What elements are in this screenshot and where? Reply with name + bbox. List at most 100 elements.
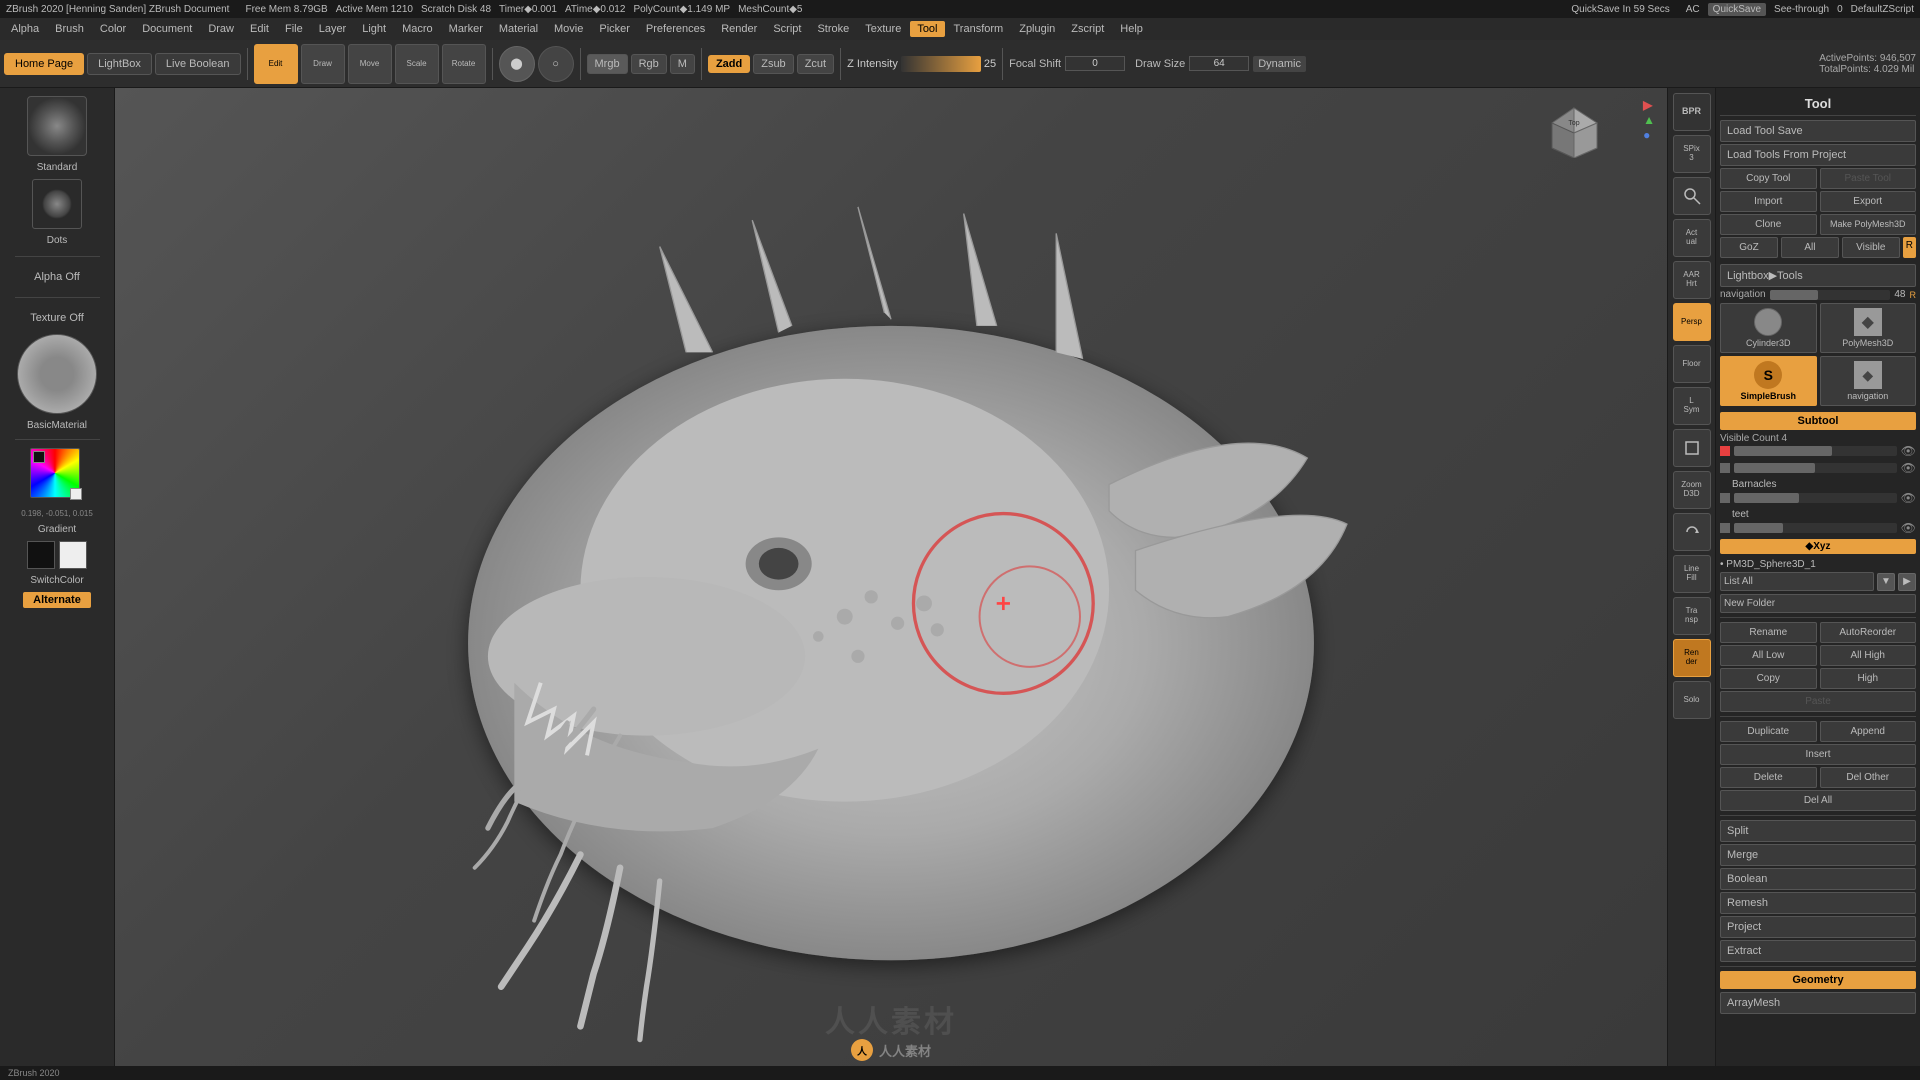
list-all-btn[interactable]: List All [1720,572,1874,591]
brush-type-outline[interactable]: ○ [538,46,574,82]
aar-button[interactable]: AARHrt [1673,261,1711,299]
floor-button[interactable]: Floor [1673,345,1711,383]
navigation-tool[interactable]: ◆ navigation [1820,356,1917,406]
subtool-slider-bar-1[interactable] [1734,446,1897,456]
menu-file[interactable]: File [278,21,310,37]
color-swatch-black[interactable] [33,451,45,463]
lightbox-tools-btn[interactable]: Lightbox▶Tools [1720,264,1916,287]
menu-document[interactable]: Document [135,21,199,37]
edit-button[interactable]: Edit [254,44,298,84]
menu-layer[interactable]: Layer [312,21,354,37]
transp-button[interactable]: Transp [1673,597,1711,635]
menu-texture[interactable]: Texture [858,21,908,37]
rename-btn[interactable]: Rename [1720,622,1817,643]
menu-alpha[interactable]: Alpha [4,21,46,37]
arrow-right-btn[interactable]: ▶ [1898,573,1916,591]
import-btn[interactable]: Import [1720,191,1817,212]
eye-icon-1[interactable]: 👁 [1901,444,1916,458]
high-btn[interactable]: High [1820,668,1917,689]
subtool-slider-bar-3[interactable] [1734,493,1897,503]
switch-colors[interactable] [27,541,87,569]
color-black[interactable] [27,541,55,569]
make-polymesh-btn[interactable]: Make PolyMesh3D [1820,214,1917,235]
persp-button[interactable]: Persp [1673,303,1711,341]
auto-reorder-btn[interactable]: AutoReorder [1820,622,1917,643]
xyz-button[interactable]: ◆Xyz [1720,539,1916,554]
z-intensity-slider[interactable] [901,56,981,72]
menu-movie[interactable]: Movie [547,21,590,37]
render-button[interactable]: Render [1673,639,1711,677]
quicksave-button[interactable]: QuickSave [1708,3,1766,16]
simplebrush-tool[interactable]: S SimpleBrush [1720,356,1817,406]
eye-icon-2[interactable]: 👁 [1901,461,1916,475]
draw-button[interactable]: Draw [301,44,345,84]
load-tool-save-btn[interactable]: Load Tool Save [1720,120,1916,142]
brush-type-circle[interactable]: ⬤ [499,46,535,82]
goz-btn[interactable]: GoZ [1720,237,1778,258]
project-btn[interactable]: Project [1720,916,1916,938]
copy-btn[interactable]: Copy [1720,668,1817,689]
clone-btn[interactable]: Clone [1720,214,1817,235]
delete-btn[interactable]: Delete [1720,767,1817,788]
seethrough-label[interactable]: See-through [1774,4,1829,15]
all-btn[interactable]: All [1781,237,1839,258]
remesh-btn[interactable]: Remesh [1720,892,1916,914]
cylinder3d-tool[interactable]: Cylinder3D [1720,303,1817,353]
arrow-down-btn[interactable]: ▼ [1877,573,1895,591]
frame-button[interactable] [1673,429,1711,467]
menu-brush[interactable]: Brush [48,21,91,37]
tab-lightbox[interactable]: LightBox [87,53,152,75]
focal-shift-input[interactable] [1065,56,1125,71]
menu-preferences[interactable]: Preferences [639,21,712,37]
bpr-button[interactable]: BPR [1673,93,1711,131]
duplicate-btn[interactable]: Duplicate [1720,721,1817,742]
dynamic-label[interactable]: Dynamic [1253,56,1306,72]
color-picker-area[interactable] [30,448,85,503]
spix-button[interactable]: SPix3 [1673,135,1711,173]
tab-live-boolean[interactable]: Live Boolean [155,53,241,75]
solo-button[interactable]: Solo [1673,681,1711,719]
menu-draw[interactable]: Draw [201,21,241,37]
menu-transform[interactable]: Transform [947,21,1011,37]
linefill-button[interactable]: LineFill [1673,555,1711,593]
paste-btn[interactable]: Paste [1720,691,1916,712]
alpha-label[interactable]: Alpha Off [34,267,80,287]
eye-icon-3[interactable]: 👁 [1901,491,1916,505]
menu-help[interactable]: Help [1113,21,1150,37]
nav-cube[interactable]: Top [1547,103,1602,158]
brush-preview[interactable] [27,96,87,156]
load-tools-from-project-btn[interactable]: Load Tools From Project [1720,144,1916,166]
menu-tool[interactable]: Tool [910,21,944,37]
texture-label[interactable]: Texture Off [30,308,84,328]
mrgb-button[interactable]: Mrgb [587,54,628,74]
menu-render[interactable]: Render [714,21,764,37]
zcut-button[interactable]: Zcut [797,54,834,74]
menu-color[interactable]: Color [93,21,133,37]
menu-marker[interactable]: Marker [442,21,490,37]
color-swatch-white[interactable] [70,488,82,500]
color-white[interactable] [59,541,87,569]
menu-macro[interactable]: Macro [395,21,440,37]
subtool-slider-bar-4[interactable] [1734,523,1897,533]
extract-btn[interactable]: Extract [1720,940,1916,962]
subtool-slider-bar-2[interactable] [1734,463,1897,473]
zsub-button[interactable]: Zsub [753,54,793,74]
merge-btn[interactable]: Merge [1720,844,1916,866]
eye-icon-4[interactable]: 👁 [1901,521,1916,535]
menu-edit[interactable]: Edit [243,21,276,37]
scale-button[interactable]: Scale [395,44,439,84]
append-btn[interactable]: Append [1820,721,1917,742]
rotate-button-r[interactable] [1673,513,1711,551]
menu-material[interactable]: Material [492,21,545,37]
menu-light[interactable]: Light [355,21,393,37]
array-mesh-btn[interactable]: ArrayMesh [1720,992,1916,1014]
del-other-btn[interactable]: Del Other [1820,767,1917,788]
move-button[interactable]: Move [348,44,392,84]
menu-script[interactable]: Script [766,21,808,37]
zoomd3d-button[interactable]: ZoomD3D [1673,471,1711,509]
boolean-btn[interactable]: Boolean [1720,868,1916,890]
lsym-button[interactable]: LSym [1673,387,1711,425]
rotate-button[interactable]: Rotate [442,44,486,84]
insert-btn[interactable]: Insert [1720,744,1916,765]
copy-tool-btn[interactable]: Copy Tool [1720,168,1817,189]
